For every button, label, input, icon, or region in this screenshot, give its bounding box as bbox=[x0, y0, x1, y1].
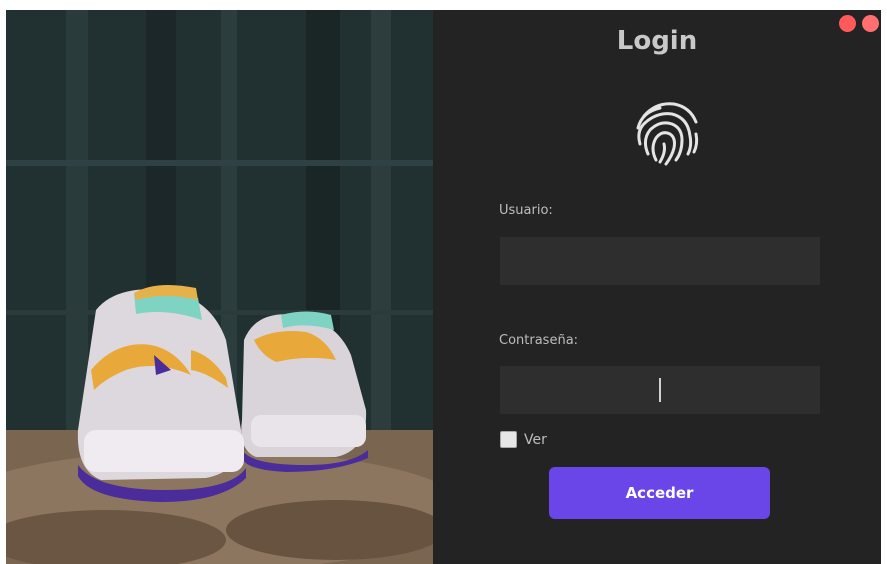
sneakers-illustration bbox=[6, 10, 433, 564]
fingerprint-icon bbox=[636, 102, 699, 166]
login-panel: Login Usuario: Contraseña: Ver Acceder bbox=[433, 10, 881, 564]
show-password-label: Ver bbox=[524, 431, 547, 448]
show-password-checkbox[interactable] bbox=[500, 431, 517, 448]
sneakers-photo bbox=[6, 10, 433, 564]
username-label: Usuario: bbox=[499, 203, 553, 218]
page-title: Login bbox=[616, 26, 698, 56]
username-field[interactable] bbox=[500, 237, 820, 285]
text-caret bbox=[659, 378, 661, 402]
show-password-toggle[interactable]: Ver bbox=[500, 431, 547, 448]
login-window: Login Usuario: Contraseña: Ver Acceder bbox=[6, 10, 881, 564]
login-button[interactable]: Acceder bbox=[549, 467, 770, 519]
password-label: Contraseña: bbox=[499, 333, 579, 348]
